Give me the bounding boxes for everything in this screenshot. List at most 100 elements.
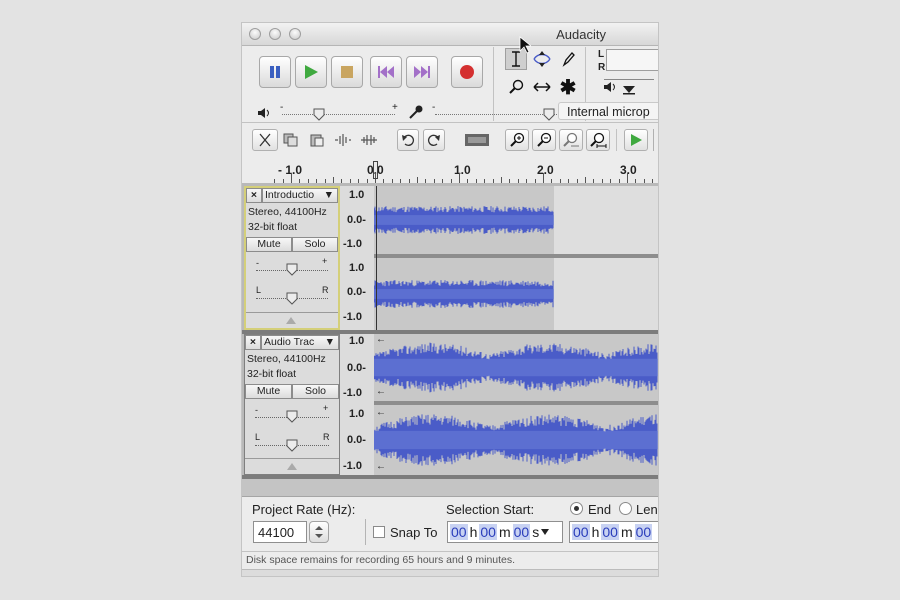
project-rate-input[interactable]: 44100 (253, 521, 307, 543)
selection-end-time[interactable]: 00 h 00 m 00 (569, 521, 658, 543)
multi-tool-icon[interactable]: ✱ (557, 76, 579, 99)
track-name: Introductio (265, 189, 315, 201)
fit-project-button[interactable] (586, 129, 610, 151)
mute-button[interactable]: Mute (245, 384, 292, 399)
playhead-marker[interactable] (373, 161, 378, 179)
trim-button[interactable] (252, 129, 278, 151)
gain-slider-thumb[interactable] (286, 263, 298, 279)
mute-button[interactable]: Mute (246, 237, 292, 252)
gain-max-label: + (322, 256, 328, 266)
time-format-dropdown-icon[interactable] (541, 529, 550, 535)
close-window-icon[interactable] (249, 28, 261, 40)
silence-icon (361, 135, 377, 145)
pause-button[interactable] (259, 56, 291, 88)
dropdown-arrow-icon: ▼ (323, 189, 334, 201)
pan-slider-thumb[interactable] (286, 292, 298, 308)
minutes-unit: m (620, 524, 633, 540)
selection-start-time[interactable]: 00 h 00 m 00 s (447, 521, 563, 543)
envelope-tool-icon[interactable] (531, 48, 553, 70)
sync-lock-button[interactable] (464, 129, 490, 151)
time-shift-tool-icon[interactable] (531, 76, 553, 98)
meter-slider-track (604, 79, 654, 80)
play-button[interactable] (295, 56, 327, 88)
scale-label: 0.0- (347, 434, 366, 446)
offscreen-left-arrow-icon: ← (376, 461, 386, 472)
draw-tool-icon[interactable] (557, 48, 579, 70)
input-volume-thumb[interactable] (543, 108, 555, 124)
snap-to-label: Snap To (390, 525, 438, 540)
fit-selection-button[interactable] (559, 129, 583, 151)
hours-unit: h (591, 524, 600, 540)
zoom-out-button[interactable] (532, 129, 556, 151)
project-rate-stepper[interactable] (309, 521, 329, 543)
solo-button[interactable]: Solo (292, 237, 338, 252)
waveform-channel-right[interactable]: ← ← (374, 405, 658, 475)
end-radio-label: End (588, 502, 612, 517)
close-track-icon[interactable]: × (245, 335, 261, 350)
track-name-menu[interactable]: Introductio ▼ (262, 188, 338, 203)
solo-button[interactable]: Solo (292, 384, 339, 399)
scale-label: -1.0 (343, 311, 362, 323)
skip-to-start-button[interactable] (370, 56, 402, 88)
scale-label: -1.0 (343, 460, 362, 472)
gain-slider-thumb[interactable] (286, 410, 298, 426)
input-device-select[interactable]: Internal microp (558, 102, 658, 120)
trim-audio-button[interactable] (332, 129, 354, 151)
record-icon (460, 65, 474, 79)
stop-button[interactable] (331, 56, 363, 88)
close-track-icon[interactable]: × (246, 188, 262, 203)
zoom-in-icon (510, 132, 525, 147)
zoom-tool-icon[interactable] (505, 76, 527, 98)
paste-button[interactable] (306, 129, 328, 151)
ruler-tick (627, 173, 628, 183)
skip-to-end-button[interactable] (406, 56, 438, 88)
input-volume-slider[interactable] (435, 114, 557, 116)
stop-icon (341, 66, 353, 78)
track-area-empty[interactable] (242, 479, 658, 496)
record-button[interactable] (451, 56, 483, 88)
collapse-track-button[interactable] (245, 458, 339, 475)
pan-slider-thumb[interactable] (286, 439, 298, 455)
snap-to-checkbox[interactable] (373, 526, 385, 538)
redo-button[interactable] (423, 129, 445, 151)
track-name-menu[interactable]: Audio Trac ▼ (261, 335, 339, 350)
track-control-panel[interactable]: × Audio Trac ▼ Stereo, 44100Hz 32-bit fl… (244, 334, 340, 475)
copy-button[interactable] (280, 129, 302, 151)
minimize-window-icon[interactable] (269, 28, 281, 40)
fit-project-icon (590, 132, 607, 148)
play-icon (631, 134, 642, 146)
waveform-channel-left[interactable]: ← ← (374, 334, 658, 401)
trim-icon (259, 133, 271, 147)
waveform-channel-right[interactable] (374, 258, 658, 330)
output-volume-slider[interactable] (282, 114, 395, 116)
length-radio[interactable] (619, 502, 632, 515)
collapse-track-button[interactable] (246, 312, 338, 329)
ruler-label: 1.0 (454, 163, 471, 177)
track-control-panel[interactable]: × Introductio ▼ Stereo, 44100Hz 32-bit f… (244, 186, 340, 330)
silence-audio-button[interactable] (358, 129, 380, 151)
output-volume-thumb[interactable] (313, 108, 325, 124)
offscreen-left-arrow-icon: ← (376, 386, 386, 397)
minutes-unit: m (498, 524, 511, 540)
scale-label: 1.0 (349, 189, 365, 201)
playhead-cursor (376, 186, 377, 330)
start-seconds: 00 (512, 524, 531, 540)
play-at-speed-button[interactable] (624, 129, 648, 151)
ruler-label: 3.0 (620, 163, 637, 177)
vertical-scale: 1.0 0.0- -1.0 1.0 0.0- -1.0 (340, 186, 374, 330)
zoom-window-icon[interactable] (289, 28, 301, 40)
output-max-label: + (392, 102, 398, 113)
meter-options-arrow-icon[interactable] (622, 85, 636, 98)
zoom-out-icon (537, 132, 552, 147)
start-hours: 00 (450, 524, 468, 540)
zoom-in-button[interactable] (505, 129, 529, 151)
level-meter[interactable] (606, 49, 658, 71)
status-bar-text: Disk space remains for recording 65 hour… (246, 554, 516, 566)
waveform-channel-left[interactable] (374, 186, 658, 254)
undo-button[interactable] (397, 129, 419, 151)
end-radio[interactable] (570, 502, 583, 515)
toolbar-divider (493, 47, 494, 121)
offscreen-left-arrow-icon: ← (376, 334, 386, 345)
microphone-icon (408, 104, 424, 123)
timeline-ruler[interactable]: - 1.0 0.0 1.0 2.0 3.0 (242, 157, 658, 184)
